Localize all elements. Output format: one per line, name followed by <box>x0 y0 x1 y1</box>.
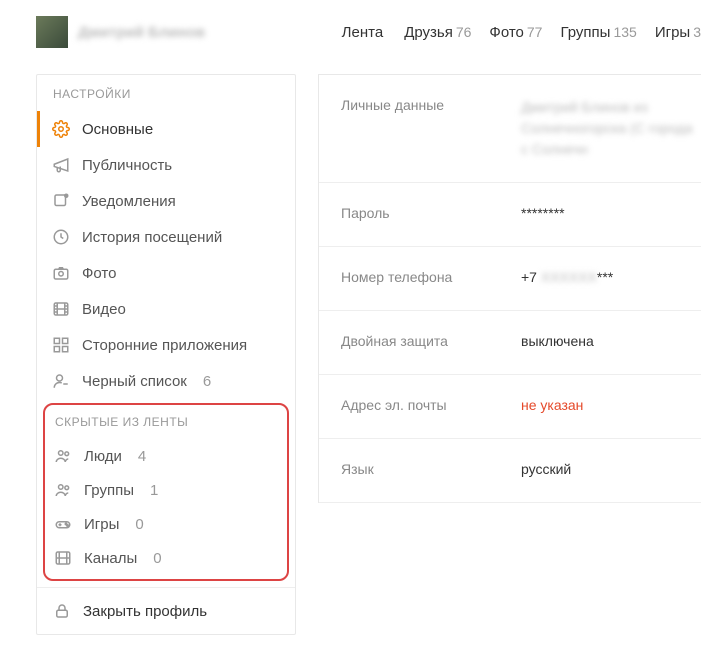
camera-icon <box>52 264 70 282</box>
row-value: выключена <box>521 333 594 349</box>
nav-label: Лента <box>342 24 384 41</box>
sidebar-item-blacklist[interactable]: Черный список 6 <box>37 363 295 399</box>
hidden-item-groups[interactable]: Группы 1 <box>45 473 287 507</box>
hidden-item-count: 0 <box>135 516 143 533</box>
row-2fa[interactable]: Двойная защита выключена <box>319 311 701 375</box>
lock-icon <box>53 602 71 620</box>
row-phone[interactable]: Номер телефона +7 ХХХХХХ*** <box>319 247 701 311</box>
sidebar-section-settings: НАСТРОЙКИ <box>37 75 295 111</box>
close-profile-label: Закрыть профиль <box>83 603 207 620</box>
hidden-item-label: Каналы <box>84 550 137 567</box>
nav-count: 77 <box>527 24 543 40</box>
row-personal-data[interactable]: Личные данные Дмитрий Блинов из Солнечно… <box>319 75 701 183</box>
sidebar-item-label: Фото <box>82 265 116 282</box>
nav-label: Группы <box>560 24 610 41</box>
close-profile-button[interactable]: Закрыть профиль <box>37 588 295 634</box>
nav-feed[interactable]: Лента <box>342 24 387 41</box>
sidebar-item-label: Публичность <box>82 157 172 174</box>
sidebar-item-notifications[interactable]: Уведомления <box>37 183 295 219</box>
row-value: русский <box>521 461 571 477</box>
group-icon <box>54 481 72 499</box>
nav-friends[interactable]: Друзья76 <box>404 24 471 41</box>
hidden-item-games[interactable]: Игры 0 <box>45 507 287 541</box>
hidden-item-label: Люди <box>84 448 122 465</box>
row-value: +7 ХХХХХХ*** <box>521 269 613 285</box>
row-key: Адрес эл. почты <box>341 397 521 413</box>
row-key: Двойная защита <box>341 333 521 349</box>
apps-icon <box>52 336 70 354</box>
sidebar-item-video[interactable]: Видео <box>37 291 295 327</box>
nav-count: 135 <box>613 24 636 40</box>
sidebar-item-label: Черный список <box>82 373 187 390</box>
row-key: Пароль <box>341 205 521 221</box>
hidden-item-label: Группы <box>84 482 134 499</box>
row-key: Личные данные <box>341 97 521 113</box>
user-block-icon <box>52 372 70 390</box>
nav-label: Друзья <box>404 24 453 41</box>
sidebar-item-label: Уведомления <box>82 193 176 210</box>
row-email[interactable]: Адрес эл. почты не указан <box>319 375 701 439</box>
nav-games[interactable]: Игры3 <box>655 24 701 41</box>
film-icon <box>52 300 70 318</box>
hidden-item-count: 1 <box>150 482 158 499</box>
hidden-item-count: 0 <box>153 550 161 567</box>
sidebar-item-history[interactable]: История посещений <box>37 219 295 255</box>
history-icon <box>52 228 70 246</box>
sidebar-item-label: История посещений <box>82 229 222 246</box>
nav-groups[interactable]: Группы135 <box>560 24 636 41</box>
megaphone-icon <box>52 156 70 174</box>
sidebar-item-publicity[interactable]: Публичность <box>37 147 295 183</box>
nav-count: 3 <box>693 24 701 40</box>
channel-icon <box>54 549 72 567</box>
hidden-item-label: Игры <box>84 516 119 533</box>
sidebar: НАСТРОЙКИ Основные Публичность Уведомлен… <box>36 74 296 635</box>
avatar[interactable] <box>36 16 68 48</box>
nav-label: Игры <box>655 24 690 41</box>
nav-label: Фото <box>489 24 523 41</box>
header: Дмитрий Блинов Лента Друзья76 Фото77 Гру… <box>36 10 701 54</box>
hidden-from-feed-box: СКРЫТЫЕ ИЗ ЛЕНТЫ Люди 4 Группы 1 Игры 0 <box>43 403 289 581</box>
row-key: Язык <box>341 461 521 477</box>
hidden-item-channels[interactable]: Каналы 0 <box>45 541 287 575</box>
sidebar-item-label: Сторонние приложения <box>82 337 247 354</box>
nav-count: 76 <box>456 24 472 40</box>
row-password[interactable]: Пароль ******** <box>319 183 701 247</box>
top-nav: Лента Друзья76 Фото77 Группы135 Игры3 <box>342 24 701 41</box>
sidebar-section-hidden: СКРЫТЫЕ ИЗ ЛЕНТЫ <box>45 405 287 439</box>
gear-icon <box>52 120 70 138</box>
sidebar-item-count: 6 <box>203 373 211 390</box>
row-language[interactable]: Язык русский <box>319 439 701 503</box>
sidebar-item-photo[interactable]: Фото <box>37 255 295 291</box>
hidden-item-people[interactable]: Люди 4 <box>45 439 287 473</box>
row-value: Дмитрий Блинов из Солнечногорска (С горо… <box>521 97 701 160</box>
username[interactable]: Дмитрий Блинов <box>78 24 205 41</box>
row-key: Номер телефона <box>341 269 521 285</box>
nav-photo[interactable]: Фото77 <box>489 24 542 41</box>
hidden-item-count: 4 <box>138 448 146 465</box>
gamepad-icon <box>54 515 72 533</box>
row-value: ******** <box>521 205 565 221</box>
people-icon <box>54 447 72 465</box>
sidebar-item-general[interactable]: Основные <box>37 111 295 147</box>
sidebar-item-apps[interactable]: Сторонние приложения <box>37 327 295 363</box>
settings-content: Личные данные Дмитрий Блинов из Солнечно… <box>318 74 701 503</box>
sidebar-item-label: Видео <box>82 301 126 318</box>
sidebar-item-label: Основные <box>82 121 153 138</box>
notification-icon <box>52 192 70 210</box>
row-value: не указан <box>521 397 583 413</box>
